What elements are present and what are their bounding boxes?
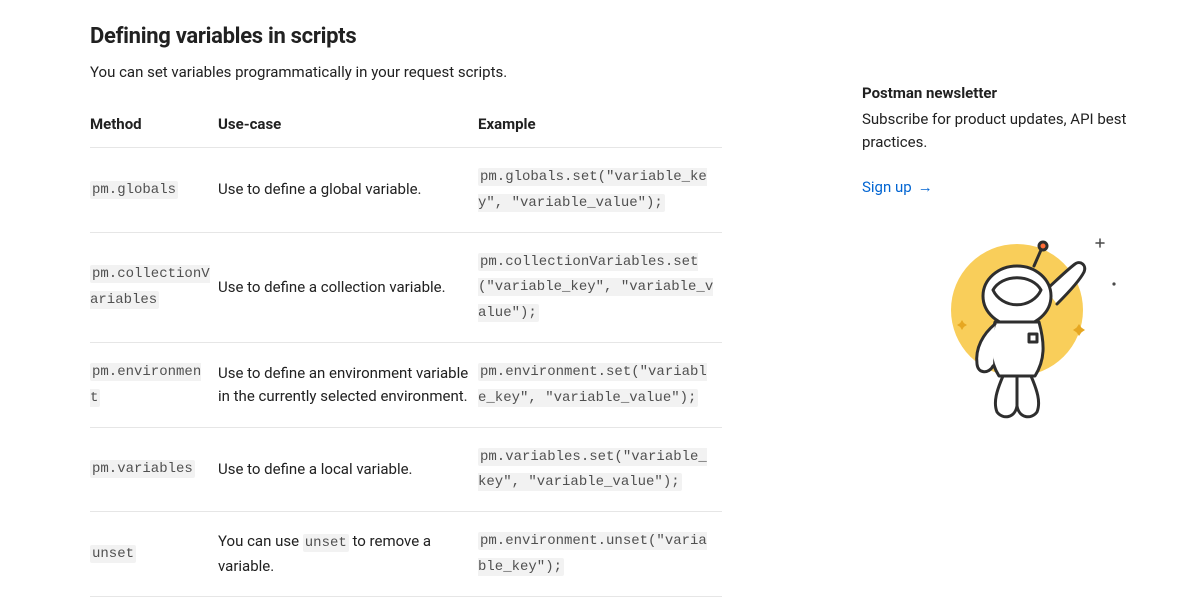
- table-row: pm.variables Use to define a local varia…: [90, 427, 722, 512]
- usecase-text: Use to define a collection variable.: [218, 232, 478, 342]
- sidebar: Postman newsletter Subscribe for product…: [862, 24, 1162, 597]
- signup-label: Sign up: [862, 178, 912, 196]
- newsletter-desc: Subscribe for product updates, API best …: [862, 108, 1162, 155]
- main-content: Defining variables in scripts You can se…: [90, 24, 722, 597]
- example-code: pm.globals.set("variable_key", "variable…: [478, 168, 707, 212]
- section-intro: You can set variables programmatically i…: [90, 63, 722, 81]
- usecase-text: Use to define a local variable.: [218, 427, 478, 512]
- example-code: pm.variables.set("variable_key", "variab…: [478, 448, 707, 492]
- usecase-text: Use to define an environment variable in…: [218, 342, 478, 427]
- newsletter-title: Postman newsletter: [862, 84, 1162, 102]
- section-heading: Defining variables in scripts: [90, 24, 722, 49]
- usecase-text: Use to define a global variable.: [218, 148, 478, 233]
- usecase-text: You can use unset to remove a variable.: [218, 512, 478, 597]
- example-code: pm.collectionVariables.set("variable_key…: [478, 253, 713, 323]
- arrow-right-icon: →: [918, 178, 933, 196]
- signup-link[interactable]: Sign up →: [862, 178, 933, 196]
- method-code: pm.globals: [90, 181, 178, 199]
- methods-table: Method Use-case Example pm.globals Use t…: [90, 107, 722, 597]
- method-code: pm.collectionVariables: [90, 265, 210, 309]
- table-row: unset You can use unset to remove a vari…: [90, 512, 722, 597]
- example-code: pm.environment.unset("variable_key");: [478, 532, 707, 576]
- method-code: unset: [90, 545, 136, 563]
- usecase-pre: You can use: [218, 532, 303, 550]
- postmanaut-illustration: [862, 224, 1162, 424]
- example-code: pm.environment.set("variable_key", "vari…: [478, 363, 707, 407]
- table-row: pm.environment Use to define an environm…: [90, 342, 722, 427]
- usecase-inline-code: unset: [303, 534, 349, 552]
- table-row: pm.globals Use to define a global variab…: [90, 148, 722, 233]
- col-header-usecase: Use-case: [218, 107, 478, 148]
- col-header-example: Example: [478, 107, 722, 148]
- table-row: pm.collectionVariables Use to define a c…: [90, 232, 722, 342]
- method-code: pm.environment: [90, 363, 201, 407]
- col-header-method: Method: [90, 107, 218, 148]
- method-code: pm.variables: [90, 460, 195, 478]
